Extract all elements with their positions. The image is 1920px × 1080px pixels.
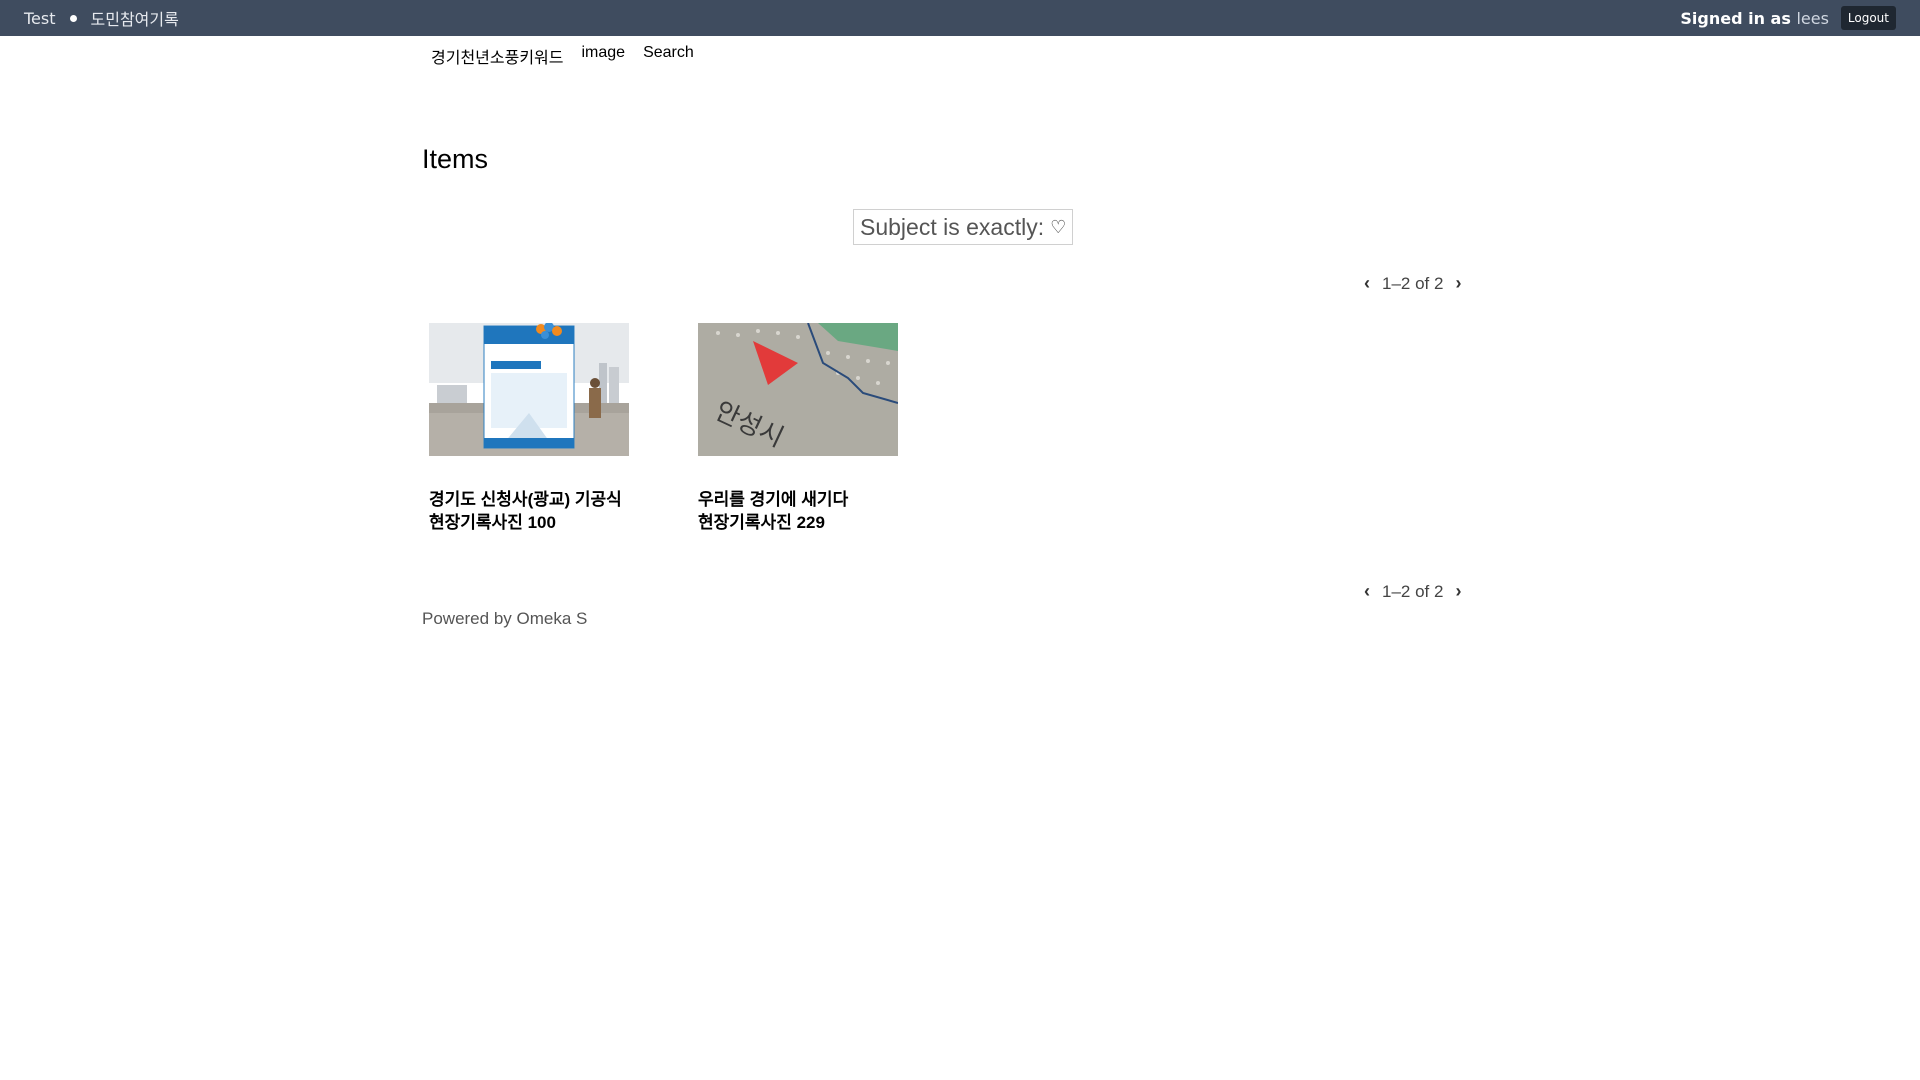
filter-label: Subject is exactly:	[860, 213, 1045, 240]
footer-text: Powered by Omeka S	[422, 609, 588, 628]
chevron-right-icon[interactable]: ›	[1455, 581, 1461, 602]
pagination-range: 1–2 of 2	[1382, 273, 1444, 293]
chevron-left-icon[interactable]: ‹	[1364, 581, 1370, 602]
nav-item-keyword[interactable]: 경기천년소풍키워드	[431, 44, 563, 68]
item-title-link[interactable]: 우리를 경기에 새기다 현장기록사진 229	[698, 488, 928, 534]
item-card: 경기도 신청사(광교) 기공식 현장기록사진 100	[422, 323, 652, 532]
nav-item-search[interactable]: Search	[643, 44, 694, 68]
separator-dot	[69, 14, 77, 22]
item-title-line: 현장기록사진 229	[698, 513, 825, 532]
logout-button[interactable]: Logout	[1840, 6, 1896, 30]
signed-in-prefix: Signed in as	[1680, 8, 1791, 28]
user-info: Signed in as lees Logout	[1680, 0, 1896, 36]
site-link[interactable]: Test	[24, 9, 56, 28]
page-title: Items	[422, 144, 489, 174]
pagination-range: 1–2 of 2	[1382, 581, 1444, 601]
signed-in-text: Signed in as lees	[1680, 9, 1829, 28]
user-bar: Test 도민참여기록 Signed in as lees Logout	[0, 0, 1920, 36]
item-thumbnail[interactable]	[429, 323, 629, 456]
item-thumbnail[interactable]: 안성시	[698, 323, 898, 456]
username-link[interactable]: lees	[1796, 9, 1828, 28]
site-breadcrumb: Test 도민참여기록	[24, 0, 179, 36]
nav-item-image[interactable]: image	[581, 44, 625, 68]
item-title-link[interactable]: 경기도 신청사(광교) 기공식 현장기록사진 100	[429, 488, 659, 534]
pagination-bottom: ‹ 1–2 of 2 ›	[1364, 581, 1461, 602]
filter-value: ♡	[1050, 216, 1067, 237]
item-card: 안성시 우리를 경기에 새기다 현장기록사진 229	[691, 323, 921, 532]
site-title-link[interactable]: 도민참여기록	[91, 6, 179, 30]
chevron-left-icon[interactable]: ‹	[1364, 273, 1370, 294]
item-title-line: 현장기록사진 100	[429, 513, 556, 532]
item-title-line: 우리를 경기에 새기다	[698, 490, 849, 509]
item-title-line: 경기도 신청사(광교) 기공식	[429, 490, 622, 509]
pagination-top: ‹ 1–2 of 2 ›	[1364, 273, 1461, 294]
search-filter: Subject is exactly: ♡	[853, 209, 1074, 245]
chevron-right-icon[interactable]: ›	[1455, 273, 1461, 294]
site-navigation: 경기천년소풍키워드 image Search	[431, 44, 694, 68]
